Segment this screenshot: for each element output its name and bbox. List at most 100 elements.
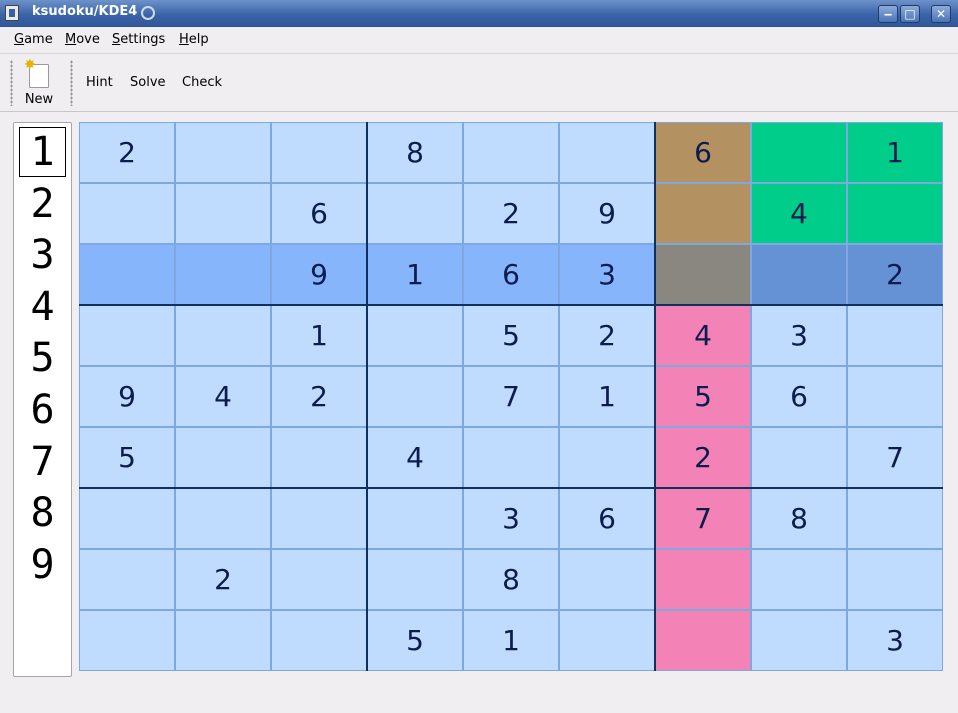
cell-r9c5[interactable]: 1 bbox=[463, 610, 559, 671]
menu-settings[interactable]: Settings bbox=[112, 32, 165, 47]
palette-number-2[interactable]: 2 bbox=[19, 179, 66, 229]
cell-r1c8[interactable] bbox=[751, 122, 847, 183]
cell-r5c9[interactable] bbox=[847, 366, 943, 427]
cell-r5c3[interactable]: 2 bbox=[271, 366, 367, 427]
hint-button[interactable]: Hint bbox=[86, 75, 113, 90]
toolbar-grip[interactable] bbox=[10, 60, 13, 106]
cell-r7c5[interactable]: 3 bbox=[463, 488, 559, 549]
cell-r3c5[interactable]: 6 bbox=[463, 244, 559, 305]
cell-r3c4[interactable]: 1 bbox=[367, 244, 463, 305]
cell-r5c2[interactable]: 4 bbox=[175, 366, 271, 427]
cell-r6c6[interactable] bbox=[559, 427, 655, 488]
cell-r5c4[interactable] bbox=[367, 366, 463, 427]
cell-r7c9[interactable] bbox=[847, 488, 943, 549]
cell-r8c5[interactable]: 8 bbox=[463, 549, 559, 610]
solve-button[interactable]: Solve bbox=[130, 75, 166, 90]
cell-r7c3[interactable] bbox=[271, 488, 367, 549]
cell-r7c2[interactable] bbox=[175, 488, 271, 549]
cell-r3c6[interactable]: 3 bbox=[559, 244, 655, 305]
cell-r7c7[interactable]: 7 bbox=[655, 488, 751, 549]
cell-r2c5[interactable]: 2 bbox=[463, 183, 559, 244]
cell-r5c7[interactable]: 5 bbox=[655, 366, 751, 427]
cell-r2c6[interactable]: 9 bbox=[559, 183, 655, 244]
cell-r8c1[interactable] bbox=[79, 549, 175, 610]
cell-r4c1[interactable] bbox=[79, 305, 175, 366]
cell-r4c4[interactable] bbox=[367, 305, 463, 366]
cell-r6c2[interactable] bbox=[175, 427, 271, 488]
cell-r3c3[interactable]: 9 bbox=[271, 244, 367, 305]
cell-r7c8[interactable]: 8 bbox=[751, 488, 847, 549]
cell-r9c6[interactable] bbox=[559, 610, 655, 671]
menu-help[interactable]: Help bbox=[179, 32, 209, 47]
cell-r9c7[interactable] bbox=[655, 610, 751, 671]
cell-r7c6[interactable]: 6 bbox=[559, 488, 655, 549]
cell-r4c8[interactable]: 3 bbox=[751, 305, 847, 366]
cell-r2c1[interactable] bbox=[79, 183, 175, 244]
cell-r1c9[interactable]: 1 bbox=[847, 122, 943, 183]
cell-r8c3[interactable] bbox=[271, 549, 367, 610]
minimize-button[interactable]: ‒ bbox=[878, 5, 898, 23]
cell-r4c5[interactable]: 5 bbox=[463, 305, 559, 366]
cell-r2c3[interactable]: 6 bbox=[271, 183, 367, 244]
cell-r9c3[interactable] bbox=[271, 610, 367, 671]
maximize-button[interactable]: □ bbox=[900, 5, 920, 23]
toolbar-grip-2[interactable] bbox=[70, 60, 73, 106]
cell-r3c2[interactable] bbox=[175, 244, 271, 305]
cell-r1c3[interactable] bbox=[271, 122, 367, 183]
cell-r1c5[interactable] bbox=[463, 122, 559, 183]
cell-r2c7[interactable] bbox=[655, 183, 751, 244]
palette-number-1[interactable]: 1 bbox=[19, 127, 66, 177]
cell-r9c2[interactable] bbox=[175, 610, 271, 671]
cell-r4c9[interactable] bbox=[847, 305, 943, 366]
palette-number-6[interactable]: 6 bbox=[19, 385, 66, 435]
palette-number-4[interactable]: 4 bbox=[19, 282, 66, 332]
cell-r6c5[interactable] bbox=[463, 427, 559, 488]
cell-r3c7[interactable] bbox=[655, 244, 751, 305]
cell-r6c4[interactable]: 4 bbox=[367, 427, 463, 488]
cell-r6c1[interactable]: 5 bbox=[79, 427, 175, 488]
cell-r9c8[interactable] bbox=[751, 610, 847, 671]
cell-r5c5[interactable]: 7 bbox=[463, 366, 559, 427]
palette-number-8[interactable]: 8 bbox=[19, 488, 66, 538]
cell-r2c2[interactable] bbox=[175, 183, 271, 244]
close-button[interactable]: ✕ bbox=[931, 5, 951, 23]
menu-move[interactable]: Move bbox=[65, 32, 100, 47]
cell-r9c4[interactable]: 5 bbox=[367, 610, 463, 671]
cell-r5c1[interactable]: 9 bbox=[79, 366, 175, 427]
cell-r1c7[interactable]: 6 bbox=[655, 122, 751, 183]
palette-number-7[interactable]: 7 bbox=[19, 437, 66, 487]
app-icon[interactable] bbox=[5, 5, 19, 21]
cell-r1c4[interactable]: 8 bbox=[367, 122, 463, 183]
cell-r7c1[interactable] bbox=[79, 488, 175, 549]
palette-number-3[interactable]: 3 bbox=[19, 230, 66, 280]
cell-r3c9[interactable]: 2 bbox=[847, 244, 943, 305]
cell-r5c8[interactable]: 6 bbox=[751, 366, 847, 427]
cell-r8c9[interactable] bbox=[847, 549, 943, 610]
cell-r4c7[interactable]: 4 bbox=[655, 305, 751, 366]
cell-r7c4[interactable] bbox=[367, 488, 463, 549]
cell-r8c8[interactable] bbox=[751, 549, 847, 610]
cell-r9c9[interactable]: 3 bbox=[847, 610, 943, 671]
cell-r1c1[interactable]: 2 bbox=[79, 122, 175, 183]
new-button[interactable]: New bbox=[19, 57, 59, 108]
cell-r3c1[interactable] bbox=[79, 244, 175, 305]
cell-r6c3[interactable] bbox=[271, 427, 367, 488]
cell-r9c1[interactable] bbox=[79, 610, 175, 671]
cell-r2c8[interactable]: 4 bbox=[751, 183, 847, 244]
cell-r6c8[interactable] bbox=[751, 427, 847, 488]
cell-r6c9[interactable]: 7 bbox=[847, 427, 943, 488]
cell-r3c8[interactable] bbox=[751, 244, 847, 305]
palette-number-9[interactable]: 9 bbox=[19, 540, 66, 590]
cell-r1c2[interactable] bbox=[175, 122, 271, 183]
cell-r4c3[interactable]: 1 bbox=[271, 305, 367, 366]
cell-r2c9[interactable] bbox=[847, 183, 943, 244]
cell-r6c7[interactable]: 2 bbox=[655, 427, 751, 488]
cell-r4c6[interactable]: 2 bbox=[559, 305, 655, 366]
menu-game[interactable]: Game bbox=[14, 32, 53, 47]
cell-r1c6[interactable] bbox=[559, 122, 655, 183]
cell-r2c4[interactable] bbox=[367, 183, 463, 244]
cell-r8c6[interactable] bbox=[559, 549, 655, 610]
cell-r4c2[interactable] bbox=[175, 305, 271, 366]
cell-r8c2[interactable]: 2 bbox=[175, 549, 271, 610]
cell-r5c6[interactable]: 1 bbox=[559, 366, 655, 427]
